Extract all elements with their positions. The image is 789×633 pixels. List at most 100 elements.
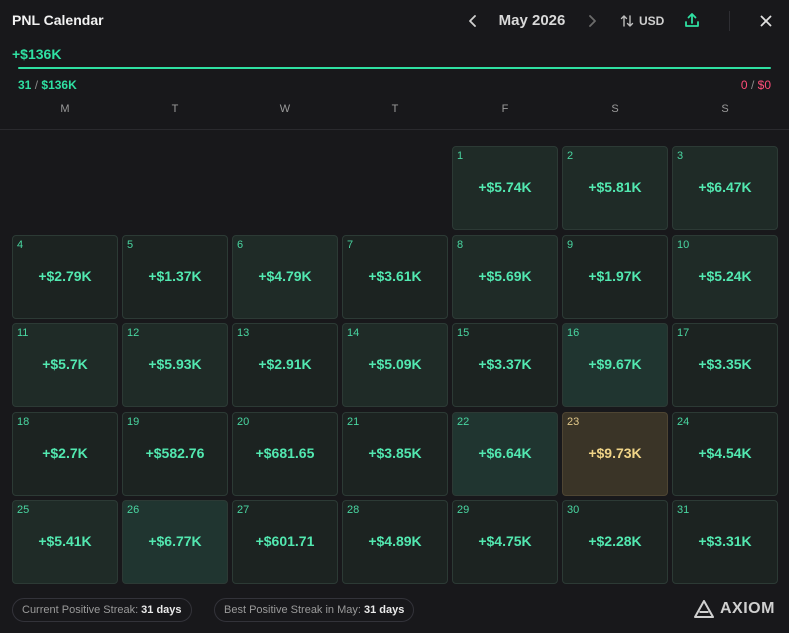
calendar-day[interactable]: 21 +$3.85K [342,412,448,496]
calendar-day[interactable]: 31 +$3.31K [672,500,778,584]
current-streak-badge: Current Positive Streak: 31 days [12,598,192,622]
currency-toggle[interactable]: USD [620,12,664,30]
calendar-day[interactable]: 2 +$5.81K [562,146,668,230]
day-pnl: +$6.64K [478,445,532,461]
negative-total: $0 [757,78,771,92]
day-pnl: +$9.67K [588,356,642,372]
axiom-logo-icon [694,600,714,618]
best-streak-badge: Best Positive Streak in May: 31 days [214,598,415,622]
header-bar: PNL Calendar May 2026 USD [0,0,789,42]
calendar-day[interactable]: 18 +$2.7K [12,412,118,496]
day-number: 8 [457,239,464,251]
best-streak-label: Best Positive Streak in May: [224,604,361,616]
weekday-divider [0,129,789,130]
current-streak-label: Current Positive Streak: [22,604,139,616]
day-number: 25 [17,504,30,516]
calendar-day-best[interactable]: 23 +$9.73K [562,412,668,496]
day-pnl: +$5.7K [42,356,88,372]
calendar-day[interactable]: 1 +$5.74K [452,146,558,230]
day-pnl: +$5.41K [38,533,92,549]
sort-arrows-icon [620,15,634,27]
calendar-day[interactable]: 27 +$601.71 [232,500,338,584]
calendar-day[interactable]: 19 +$582.76 [122,412,228,496]
weekday-mon: M [60,103,70,115]
day-number: 17 [677,327,690,339]
calendar-day[interactable]: 10 +$5.24K [672,235,778,319]
day-number: 24 [677,416,690,428]
day-pnl: +$6.77K [148,533,202,549]
day-pnl: +$4.79K [258,268,312,284]
next-month-button[interactable] [583,11,601,31]
calendar-day[interactable]: 7 +$3.61K [342,235,448,319]
day-number: 6 [237,239,244,251]
header-divider [729,11,730,31]
page-title: PNL Calendar [12,12,104,28]
calendar-day[interactable]: 6 +$4.79K [232,235,338,319]
calendar-day[interactable]: 3 +$6.47K [672,146,778,230]
day-pnl: +$3.37K [478,356,532,372]
day-number: 12 [127,327,140,339]
calendar-day[interactable]: 5 +$1.37K [122,235,228,319]
positive-summary: 31 / $136K [18,78,77,92]
day-number: 16 [567,327,580,339]
calendar-day[interactable]: 24 +$4.54K [672,412,778,496]
day-number: 1 [457,150,464,162]
calendar-day[interactable]: 26 +$6.77K [122,500,228,584]
day-pnl: +$4.54K [698,445,752,461]
day-pnl: +$3.85K [368,445,422,461]
day-pnl: +$2.7K [42,445,88,461]
chevron-right-icon [589,15,596,27]
calendar-day[interactable]: 30 +$2.28K [562,500,668,584]
day-number: 11 [17,327,29,339]
calendar-day[interactable]: 8 +$5.69K [452,235,558,319]
day-number: 3 [677,150,684,162]
weekday-fri: F [501,103,509,115]
pnl-ratio-bar [18,67,771,69]
calendar-day[interactable]: 11 +$5.7K [12,323,118,407]
calendar-day[interactable]: 28 +$4.89K [342,500,448,584]
calendar-day[interactable]: 13 +$2.91K [232,323,338,407]
negative-days-count: 0 [740,78,748,92]
day-number: 13 [237,327,250,339]
calendar-day[interactable]: 20 +$681.65 [232,412,338,496]
day-number: 31 [677,504,690,516]
weekday-thu: T [391,103,399,115]
day-number: 15 [457,327,470,339]
calendar-day[interactable]: 14 +$5.09K [342,323,448,407]
prev-month-button[interactable] [464,11,482,31]
calendar-day[interactable]: 12 +$5.93K [122,323,228,407]
calendar-day[interactable]: 15 +$3.37K [452,323,558,407]
day-pnl: +$4.89K [368,533,422,549]
calendar-day[interactable]: 25 +$5.41K [12,500,118,584]
day-pnl: +$582.76 [145,445,205,461]
day-pnl: +$681.65 [255,445,315,461]
share-upload-icon [685,13,699,27]
calendar-day[interactable]: 4 +$2.79K [12,235,118,319]
positive-separator: / [34,78,39,92]
day-number: 21 [347,416,360,428]
close-button[interactable] [756,10,776,32]
calendar-day[interactable]: 16 +$9.67K [562,323,668,407]
positive-days-count: 31 [18,78,32,92]
weekday-wed: W [279,103,291,115]
day-number: 20 [237,416,250,428]
calendar-day[interactable]: 9 +$1.97K [562,235,668,319]
day-number: 2 [567,150,574,162]
day-pnl: +$5.74K [478,179,532,195]
logo-text: AXIOM [720,600,775,617]
day-pnl: +$5.93K [148,356,202,372]
day-number: 18 [17,416,30,428]
calendar-day[interactable]: 22 +$6.64K [452,412,558,496]
day-number: 14 [347,327,360,339]
day-pnl: +$1.97K [588,268,642,284]
day-pnl: +$5.81K [588,179,642,195]
calendar-day[interactable]: 29 +$4.75K [452,500,558,584]
day-pnl: +$3.35K [698,356,752,372]
share-button[interactable] [683,11,703,31]
day-pnl: +$5.24K [698,268,752,284]
chevron-left-icon [469,15,476,27]
day-pnl: +$601.71 [255,533,315,549]
day-number: 9 [567,239,574,251]
day-number: 4 [17,239,24,251]
calendar-day[interactable]: 17 +$3.35K [672,323,778,407]
